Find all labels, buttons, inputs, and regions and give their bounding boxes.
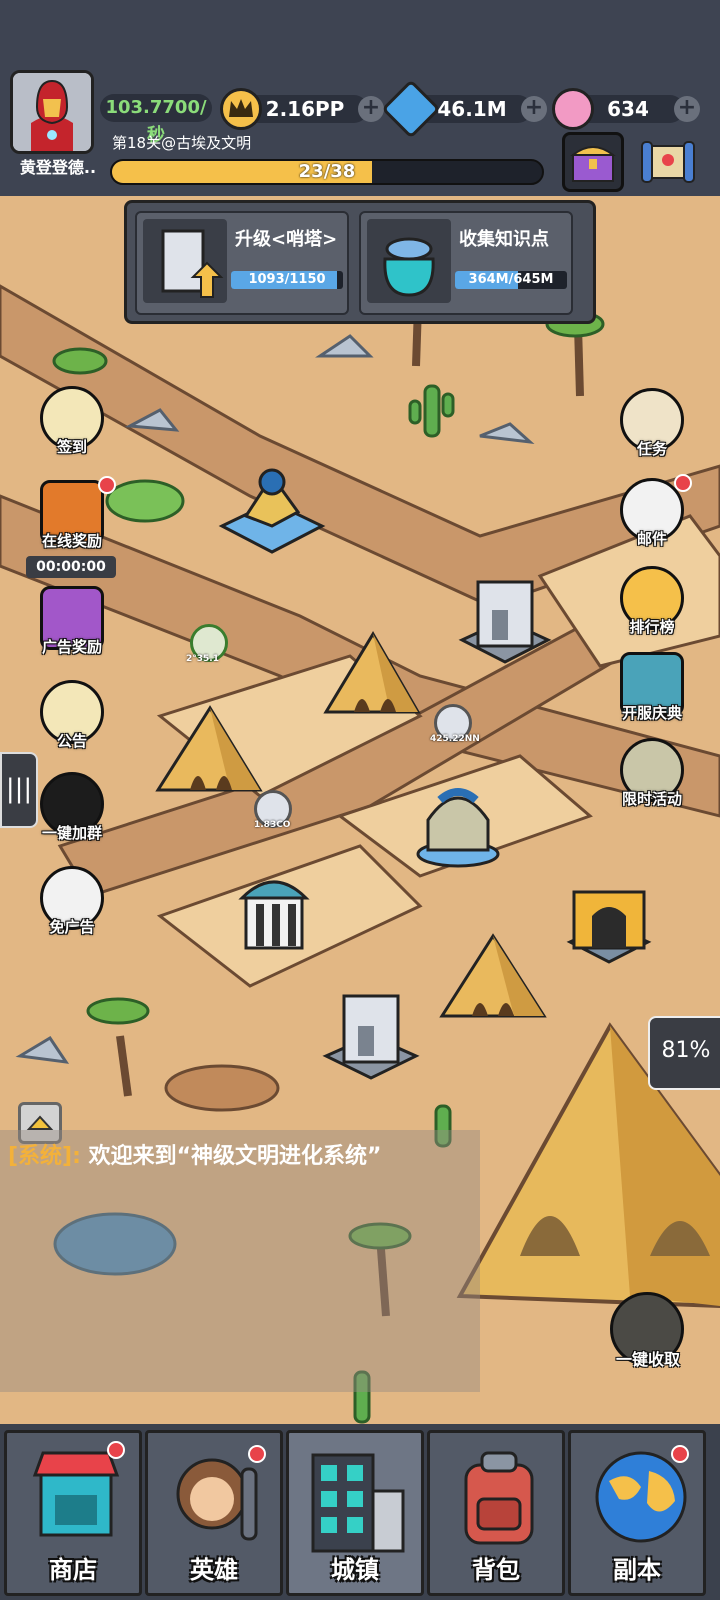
online-reward-button[interactable]: 在线奖励 xyxy=(34,476,116,556)
stage-progress-bar: 23/38 xyxy=(110,159,544,185)
crown-add-button[interactable]: + xyxy=(358,96,384,122)
join-group-button[interactable]: 一键加群 xyxy=(34,772,110,848)
task-progress-text: 364M/645M xyxy=(468,272,554,287)
watchtower-building[interactable] xyxy=(318,986,424,1086)
checkin-button[interactable]: 签到 xyxy=(34,386,110,462)
join-group-label: 一键加群 xyxy=(41,824,102,842)
city-icon xyxy=(311,1453,405,1553)
floating-progress-text: 81% xyxy=(661,1038,711,1063)
ad-reward-button[interactable]: 广告奖励 xyxy=(34,586,110,662)
leaderboard-label: 排行榜 xyxy=(629,618,675,636)
server-celebration-label: 开服庆典 xyxy=(621,704,682,722)
tasks-button[interactable]: 任务 xyxy=(614,388,690,464)
notification-dot xyxy=(248,1445,266,1463)
candy-add-button[interactable]: + xyxy=(674,96,700,122)
floating-progress-badge[interactable]: 81% xyxy=(648,1016,720,1090)
chat-message-text: 欢迎来到“神级文明进化系统” xyxy=(80,1144,382,1169)
online-reward-timer: 00:00:00 xyxy=(26,556,116,578)
stage-progress-text: 23/38 xyxy=(298,161,356,182)
income-rate: 103.7700/秒 xyxy=(100,94,212,146)
task-progress-text: 1093/1150 xyxy=(248,272,326,287)
scroll-map-icon xyxy=(641,141,695,183)
pyramid-building[interactable] xyxy=(434,930,552,1030)
nav-dungeon[interactable]: 副本 xyxy=(568,1430,706,1596)
task-progress-bar: 364M/645M xyxy=(455,271,567,289)
limited-event-label: 限时活动 xyxy=(621,790,682,808)
leaderboard-button[interactable]: 排行榜 xyxy=(614,566,690,642)
nav-backpack-label: 背包 xyxy=(472,1556,520,1584)
checkin-label: 签到 xyxy=(56,438,87,456)
task-card-upgrade[interactable]: 升级<哨塔> 1093/1150 xyxy=(135,211,349,315)
player-avatar[interactable] xyxy=(10,70,94,154)
announcement-label: 公告 xyxy=(56,732,87,750)
watchtower-building[interactable] xyxy=(452,570,558,674)
pyramid-building[interactable] xyxy=(318,628,428,728)
dome-house-building[interactable] xyxy=(410,780,506,870)
task-panel: 升级<哨塔> 1093/1150 收集知识点 364M/645M xyxy=(124,200,596,324)
notification-dot xyxy=(107,1441,125,1459)
candy-icon xyxy=(552,88,594,130)
collect-all-button[interactable]: 一键收取 xyxy=(600,1292,696,1388)
map-label: 425.22NN xyxy=(430,734,480,744)
online-reward-label: 在线奖励 xyxy=(41,532,102,550)
nav-shop-label: 商店 xyxy=(49,1556,97,1584)
gem-add-button[interactable]: + xyxy=(521,96,547,122)
server-celebration-button[interactable]: 开服庆典 xyxy=(614,652,690,728)
watchtower-task-icon xyxy=(143,219,227,303)
nav-dungeon-label: 副本 xyxy=(613,1556,661,1584)
chat-message: [系统]: 欢迎来到“神级文明进化系统” xyxy=(8,1138,382,1170)
treasure-chest-icon xyxy=(570,146,616,182)
task-card-collect[interactable]: 收集知识点 364M/645M xyxy=(359,211,573,315)
ironman-avatar-icon xyxy=(13,73,91,151)
no-ads-label: 免广告 xyxy=(49,918,95,936)
ad-reward-label: 广告奖励 xyxy=(41,638,102,656)
tasks-label: 任务 xyxy=(636,440,667,458)
notification-dot xyxy=(98,476,116,494)
crown-icon xyxy=(220,88,262,130)
gazebo-building[interactable] xyxy=(232,870,316,964)
mail-label: 邮件 xyxy=(636,530,667,548)
nav-town[interactable]: 城镇 xyxy=(286,1430,424,1596)
collect-all-label: 一键收取 xyxy=(615,1350,680,1369)
nav-backpack[interactable]: 背包 xyxy=(427,1430,565,1596)
temple-building[interactable] xyxy=(558,872,660,968)
backpack-icon xyxy=(464,1451,534,1545)
knowledge-bag-icon xyxy=(367,219,451,303)
nav-heroes[interactable]: 英雄 xyxy=(145,1430,283,1596)
chat-system-prefix: [系统]: xyxy=(8,1144,81,1169)
announcement-button[interactable]: 公告 xyxy=(34,680,110,756)
task-title: 升级<哨塔> xyxy=(235,229,338,250)
pyramid-building[interactable] xyxy=(150,702,270,806)
shop-icon xyxy=(32,1451,120,1537)
treasure-chest-button[interactable] xyxy=(562,132,624,192)
no-ads-button[interactable]: 免广告 xyxy=(34,866,110,942)
mail-button[interactable]: 邮件 xyxy=(614,474,692,554)
nav-shop[interactable]: 商店 xyxy=(4,1430,142,1596)
notification-dot xyxy=(674,474,692,492)
nav-heroes-label: 英雄 xyxy=(190,1556,238,1584)
task-title: 收集知识点 xyxy=(459,229,549,250)
sphinx-building[interactable] xyxy=(216,456,328,560)
nav-town-label: 城镇 xyxy=(331,1556,379,1584)
task-progress-bar: 1093/1150 xyxy=(231,271,343,289)
stage-label: 第18关@古埃及文明 xyxy=(112,134,252,152)
map-label: 2°35.1 xyxy=(186,654,219,664)
scroll-map-button[interactable] xyxy=(638,134,698,192)
limited-event-button[interactable]: 限时活动 xyxy=(614,738,690,814)
side-drawer-handle[interactable]: ||| xyxy=(0,752,38,828)
status-bar xyxy=(0,0,720,68)
map-label: 1.83CO xyxy=(254,820,291,830)
notification-dot xyxy=(671,1445,689,1463)
player-name: 黄登登德.. xyxy=(19,158,97,177)
